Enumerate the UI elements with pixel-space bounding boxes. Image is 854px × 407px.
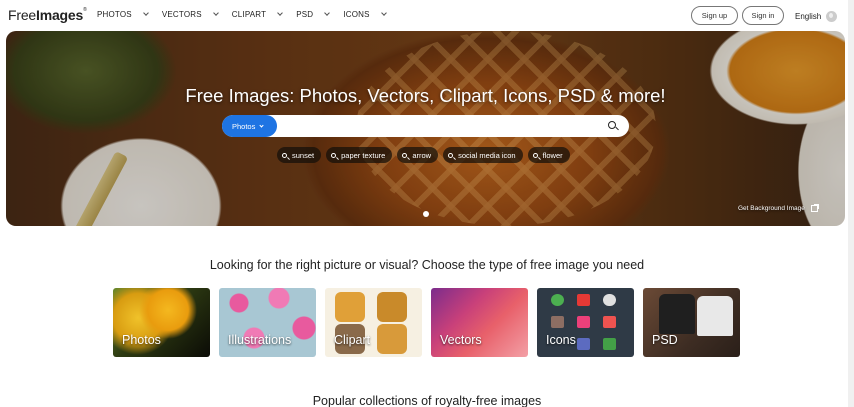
hero-banner: Free Images: Photos, Vectors, Clipart, I… xyxy=(6,31,845,226)
nav-item-label: PHOTOS xyxy=(97,10,132,19)
search-bar: Photos xyxy=(222,115,629,137)
nav-item-label: ICONS xyxy=(343,10,370,19)
tag-sunset[interactable]: sunset xyxy=(277,147,322,163)
type-card-clipart[interactable]: Clipart xyxy=(325,288,422,357)
sign-in-button[interactable]: Sign in xyxy=(742,6,784,25)
chevron-down-icon xyxy=(259,122,264,128)
nav-item-clipart[interactable]: CLIPART xyxy=(231,10,284,19)
nav-item-vectors[interactable]: VECTORS xyxy=(161,10,219,19)
nav-item-photos[interactable]: PHOTOS xyxy=(97,10,149,19)
site-header: FreeImages® PHOTOS VECTORS CLIPART PSD I… xyxy=(0,0,854,31)
card-label: PSD xyxy=(652,333,678,347)
clipart-fox-graphic xyxy=(335,292,365,322)
check-icon xyxy=(551,294,564,306)
background-link-label: Get Background Image xyxy=(738,205,805,212)
document-icon xyxy=(603,338,616,350)
search-icon[interactable] xyxy=(608,121,616,129)
clipart-dog-graphic xyxy=(377,292,407,322)
chat-icon xyxy=(577,338,590,350)
hero-title: Free Images: Photos, Vectors, Clipart, I… xyxy=(185,85,666,106)
search-icon xyxy=(402,152,408,158)
tag-label: sunset xyxy=(292,150,315,160)
search-type-dropdown[interactable]: Photos xyxy=(222,115,277,137)
clipart-fox-graphic xyxy=(377,324,407,354)
type-card-icons[interactable]: Icons xyxy=(537,288,634,357)
tag-social-media-icon[interactable]: social media icon xyxy=(443,147,523,163)
tshirt-mockup-graphic xyxy=(697,296,733,336)
chevron-down-icon xyxy=(143,10,149,16)
get-background-image-link[interactable]: Get Background Image xyxy=(738,204,819,212)
globe-icon xyxy=(826,11,838,22)
cloud-icon xyxy=(603,294,616,306)
suggested-search-tags: sunset paper texture arrow social media … xyxy=(277,147,570,163)
tag-flower[interactable]: flower xyxy=(527,147,570,163)
tag-label: flower xyxy=(542,150,563,160)
folder-icon xyxy=(551,316,564,328)
card-label: Vectors xyxy=(440,333,482,347)
page-scrollbar[interactable] xyxy=(848,0,854,407)
image-type-cards: Photos Illustrations Clipart Vectors Ico… xyxy=(113,288,740,357)
chevron-down-icon xyxy=(212,10,219,16)
chevron-down-icon xyxy=(277,10,284,16)
tag-arrow[interactable]: arrow xyxy=(397,147,439,163)
main-nav: PHOTOS VECTORS CLIPART PSD ICONS xyxy=(97,10,400,19)
search-icon xyxy=(331,152,337,158)
card-label: Clipart xyxy=(334,333,371,347)
logo-registered-mark: ® xyxy=(83,7,87,13)
tag-label: paper texture xyxy=(341,150,386,160)
nav-item-label: CLIPART xyxy=(231,10,267,19)
language-label: English xyxy=(795,12,822,21)
card-label: Icons xyxy=(546,333,576,347)
type-card-photos[interactable]: Photos xyxy=(113,288,210,357)
sign-up-button[interactable]: Sign up xyxy=(691,6,738,25)
nav-item-label: PSD xyxy=(296,10,314,19)
type-card-psd[interactable]: PSD xyxy=(643,288,740,357)
search-icon xyxy=(282,152,287,158)
collections-title: Popular collections of royalty-free imag… xyxy=(312,394,542,407)
carousel-dot[interactable] xyxy=(423,211,429,217)
calendar-icon xyxy=(603,316,616,328)
external-link-icon xyxy=(810,204,819,212)
search-icon xyxy=(532,152,538,158)
card-label: Photos xyxy=(122,333,161,347)
search-type-label: Photos xyxy=(232,121,256,131)
nav-item-icons[interactable]: ICONS xyxy=(343,10,387,19)
tshirt-mockup-graphic xyxy=(659,294,695,334)
card-label: Illustrations xyxy=(228,333,292,347)
chevron-down-icon xyxy=(324,10,331,16)
section-title: Looking for the right picture or visual?… xyxy=(209,258,645,272)
type-card-illustrations[interactable]: Illustrations xyxy=(219,288,316,357)
tag-label: arrow xyxy=(412,150,432,160)
image-icon xyxy=(577,316,590,328)
type-card-vectors[interactable]: Vectors xyxy=(431,288,528,357)
nav-item-psd[interactable]: PSD xyxy=(296,10,331,19)
chevron-down-icon xyxy=(380,10,387,16)
tag-label: social media icon xyxy=(458,150,516,160)
search-icon xyxy=(448,152,454,158)
language-selector[interactable]: English xyxy=(795,11,838,22)
nav-item-label: VECTORS xyxy=(161,10,202,19)
tag-paper-texture[interactable]: paper texture xyxy=(326,147,393,163)
mail-icon xyxy=(577,294,590,306)
logo-text-light: Free xyxy=(8,7,36,23)
site-logo[interactable]: FreeImages® xyxy=(8,7,87,23)
logo-text-bold: Images xyxy=(36,7,84,23)
search-input[interactable] xyxy=(282,117,602,135)
